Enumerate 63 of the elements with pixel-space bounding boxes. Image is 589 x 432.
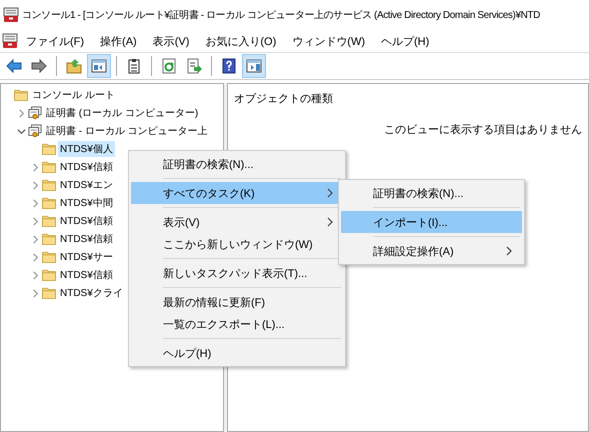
column-header[interactable]: オブジェクトの種類 (228, 84, 588, 112)
tree-item[interactable]: 証明書 (ローカル コンピューター) (44, 105, 200, 121)
folder-icon (14, 89, 28, 101)
empty-message: このビューに表示する項目はありません (383, 123, 583, 137)
menu-item[interactable]: 操作(A) (92, 34, 145, 48)
refresh-icon (161, 58, 177, 74)
tree-item[interactable]: NTDS¥エン (58, 177, 115, 193)
menu-item[interactable]: ファイル(F) (18, 34, 92, 48)
chevron-right-icon[interactable] (31, 198, 40, 208)
menu-item[interactable]: 証明書の検索(N)... (341, 182, 522, 204)
chevron-right-icon[interactable] (31, 288, 40, 298)
folder-up-icon (66, 58, 82, 74)
chevron-right-icon[interactable] (31, 216, 40, 226)
action-pane-icon (246, 58, 262, 74)
tree-item[interactable]: NTDS¥信頼 (58, 231, 115, 247)
folder-icon (42, 197, 56, 209)
chevron-right-icon[interactable] (31, 180, 40, 190)
help-icon (221, 58, 237, 74)
menu-item[interactable]: 新しいタスクパッド表示(T)... (131, 262, 343, 284)
tree-item[interactable]: 証明書 - ローカル コンピューター上 (44, 123, 210, 139)
chevron-right-icon[interactable] (17, 108, 26, 118)
window-title: コンソール1 - [コンソール ルート¥証明書 - ローカル コンピューター上のサービス (Active Directory Domain Services)¥NTD (22, 8, 540, 22)
toolbar-button[interactable] (87, 54, 111, 78)
menu-item[interactable]: 証明書の検索(N)... (131, 153, 343, 175)
folder-icon (42, 143, 56, 155)
tree-item[interactable]: コンソール ルート (30, 87, 117, 103)
menu-item[interactable]: 詳細設定操作(A) (341, 240, 522, 262)
tree-item[interactable]: NTDS¥個人 (58, 141, 115, 157)
tree-item[interactable]: NTDS¥信頼 (58, 213, 115, 229)
menu-item[interactable]: インポート(I)... (341, 211, 522, 233)
chevron-right-icon[interactable] (31, 162, 40, 172)
folder-icon (42, 161, 56, 173)
chevron-right-icon[interactable] (31, 252, 40, 262)
chevron-down-icon[interactable] (17, 126, 26, 136)
menu-item[interactable]: 一覧のエクスポート(L)... (131, 313, 343, 335)
tree-item[interactable]: NTDS¥信頼 (58, 159, 115, 175)
app-icon (3, 7, 19, 23)
folder-icon (42, 269, 56, 281)
menu-item[interactable]: 最新の情報に更新(F) (131, 291, 343, 313)
chevron-right-icon[interactable] (31, 270, 40, 280)
menu-item[interactable]: ウィンドウ(W) (284, 34, 373, 48)
menu-item[interactable]: ヘルプ(H) (131, 342, 343, 364)
menu-item[interactable]: ヘルプ(H) (373, 34, 438, 48)
clipboard-icon (126, 58, 142, 74)
menu-item[interactable]: 表示(V) (144, 34, 198, 48)
tree-item[interactable]: NTDS¥信頼 (58, 267, 115, 283)
tree-item[interactable]: NTDS¥クライ (58, 285, 125, 301)
tree-item[interactable]: NTDS¥サー (58, 249, 115, 265)
folder-icon (42, 233, 56, 245)
export-icon (186, 58, 202, 74)
certificate-icon (28, 124, 42, 138)
folder-icon (42, 251, 56, 263)
menu-item[interactable]: お気に入り(O) (197, 34, 284, 48)
toolbar-button[interactable] (242, 54, 266, 78)
tree-item[interactable]: NTDS¥中間 (58, 195, 115, 211)
tree-pane-icon (91, 58, 107, 74)
folder-icon (42, 215, 56, 227)
folder-icon (42, 179, 56, 191)
back-arrow-icon (6, 58, 22, 74)
folder-icon (42, 287, 56, 299)
chevron-right-icon[interactable] (31, 234, 40, 244)
forward-arrow-icon (31, 58, 47, 74)
certificate-icon (28, 106, 42, 120)
